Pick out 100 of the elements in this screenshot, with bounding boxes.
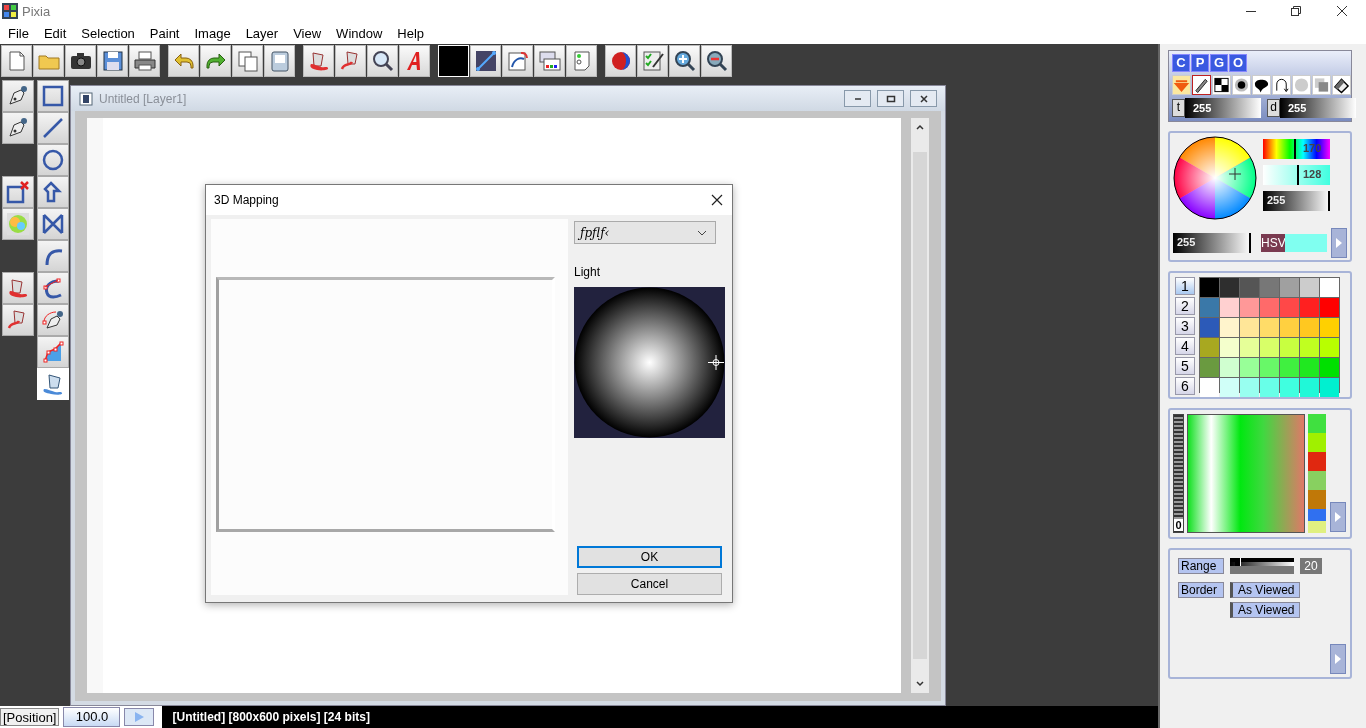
light-sphere-drawing[interactable]: [574, 287, 725, 438]
toolbar-button[interactable]: [470, 45, 501, 77]
dialog-button[interactable]: OK: [577, 546, 722, 568]
tool-button[interactable]: [2, 112, 34, 144]
tool-button[interactable]: [37, 304, 69, 336]
palette-page-button[interactable]: 5: [1175, 357, 1195, 375]
dropdown[interactable]: ƒpƒlƒ‹: [574, 221, 716, 244]
border-option-button[interactable]: As Viewed: [1230, 582, 1301, 598]
tool-button[interactable]: [37, 144, 69, 176]
color-swatch[interactable]: [1300, 338, 1319, 357]
color-swatch[interactable]: [1260, 278, 1279, 297]
color-swatch[interactable]: [1260, 318, 1279, 337]
dialog-button[interactable]: Cancel: [577, 573, 722, 595]
tool-button[interactable]: [2, 176, 34, 208]
tool-button[interactable]: [37, 272, 69, 304]
texture-swatch[interactable]: [1200, 278, 1219, 297]
texture-swatch[interactable]: [1200, 358, 1219, 377]
gradient-scale[interactable]: 0: [1173, 414, 1184, 533]
range-button[interactable]: Range: [1178, 558, 1224, 574]
gradient-presets[interactable]: [1308, 414, 1326, 533]
border-button[interactable]: Border: [1178, 582, 1224, 598]
slider-marker[interactable]: [1296, 165, 1299, 185]
zoom-field[interactable]: 100.0: [63, 707, 121, 727]
brush-slider[interactable]: 255: [1185, 98, 1261, 118]
color-swatch[interactable]: [1280, 358, 1299, 377]
color-swatch[interactable]: [1320, 278, 1339, 297]
menu-item[interactable]: Help: [397, 25, 425, 41]
expand-button[interactable]: [1330, 644, 1346, 674]
color-swatch[interactable]: [1280, 338, 1299, 357]
color-swatch[interactable]: [1320, 338, 1339, 357]
saturation-slider[interactable]: 128: [1263, 165, 1330, 185]
toolbar-button[interactable]: [669, 45, 700, 77]
color-swatch[interactable]: [1320, 298, 1339, 317]
tool-button[interactable]: [37, 240, 69, 272]
panel-tab[interactable]: G: [1210, 54, 1228, 72]
range-slider[interactable]: [1230, 558, 1294, 574]
menu-item[interactable]: Selection: [81, 25, 135, 41]
color-swatch[interactable]: [1300, 358, 1319, 377]
color-swatch[interactable]: [1220, 298, 1239, 317]
toolbar-button[interactable]: [701, 45, 732, 77]
brush-slider[interactable]: 255: [1280, 98, 1356, 118]
tool-button[interactable]: [37, 112, 69, 144]
color-swatch[interactable]: [1300, 298, 1319, 317]
color-swatch[interactable]: [1320, 318, 1339, 337]
opacity-slider[interactable]: 255: [1173, 233, 1251, 253]
color-swatch[interactable]: [1300, 318, 1319, 337]
color-swatch[interactable]: [1240, 378, 1259, 397]
border-option-button[interactable]: As Viewed: [1230, 602, 1301, 618]
toolbar-button[interactable]: [637, 45, 668, 77]
tool-button[interactable]: [37, 336, 69, 368]
tool-button[interactable]: [2, 272, 34, 304]
color-swatch[interactable]: [1280, 298, 1299, 317]
brightness-slider[interactable]: 255: [1263, 191, 1330, 211]
close-icon[interactable]: [711, 194, 723, 206]
palette-page-button[interactable]: 6: [1175, 377, 1195, 395]
color-swatch[interactable]: [1240, 298, 1259, 317]
color-swatch[interactable]: [1220, 278, 1239, 297]
toolbar-button[interactable]: [97, 45, 128, 77]
color-swatch[interactable]: [1220, 338, 1239, 357]
menu-item[interactable]: Image: [194, 25, 231, 41]
slider-marker[interactable]: [1328, 191, 1330, 211]
color-swatch[interactable]: [1220, 378, 1239, 397]
palette-page-button[interactable]: 3: [1175, 317, 1195, 335]
scrollbar[interactable]: [911, 118, 929, 693]
close-button[interactable]: [910, 90, 937, 107]
texture-swatch[interactable]: [1200, 338, 1219, 357]
color-swatch[interactable]: [1220, 358, 1239, 377]
tool-button[interactable]: [37, 176, 69, 208]
current-color-swatch[interactable]: [438, 45, 469, 77]
color-swatch[interactable]: [1260, 378, 1279, 397]
color-swatch[interactable]: [1260, 298, 1279, 317]
color-swatch[interactable]: [1240, 318, 1259, 337]
color-swatch[interactable]: [1320, 358, 1339, 377]
scroll-up-icon[interactable]: [915, 122, 925, 132]
color-swatch[interactable]: [1260, 358, 1279, 377]
expand-button[interactable]: [1330, 502, 1346, 532]
tool-button[interactable]: [2, 80, 34, 112]
toolbar-button[interactable]: [605, 45, 636, 77]
color-swatch[interactable]: [1240, 338, 1259, 357]
toolbar-button[interactable]: [129, 45, 160, 77]
toolbar-button[interactable]: [367, 45, 398, 77]
panel-tab[interactable]: P: [1191, 54, 1209, 72]
slider-key[interactable]: d: [1267, 99, 1280, 117]
toolbar-button[interactable]: [65, 45, 96, 77]
menu-item[interactable]: Edit: [43, 25, 67, 41]
minimize-button[interactable]: [844, 90, 871, 107]
color-swatch[interactable]: [1220, 318, 1239, 337]
slider-marker[interactable]: [1249, 233, 1251, 253]
color-swatch[interactable]: [1280, 378, 1299, 397]
color-wheel-drawing[interactable]: [1173, 136, 1257, 220]
maximize-button[interactable]: [877, 90, 904, 107]
color-swatch[interactable]: [1320, 378, 1339, 397]
panel-tab[interactable]: C: [1172, 54, 1190, 72]
minimize-icon[interactable]: [1246, 10, 1256, 12]
tool-button[interactable]: [37, 208, 69, 240]
color-swatch[interactable]: [1280, 318, 1299, 337]
tool-button[interactable]: [37, 80, 69, 112]
color-swatch[interactable]: [1260, 338, 1279, 357]
color-swatch[interactable]: [1300, 378, 1319, 397]
tool-button[interactable]: [2, 304, 34, 336]
